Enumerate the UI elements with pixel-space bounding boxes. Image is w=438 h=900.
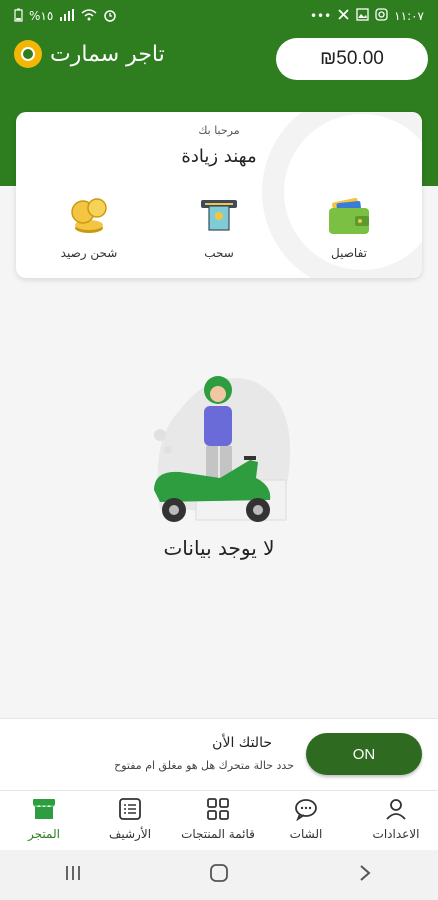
wifi-icon	[81, 8, 97, 24]
availability-title: حالتك الأن	[212, 735, 272, 751]
withdraw-button[interactable]: سحب	[174, 196, 264, 260]
nav-label-archive: الأرشيف	[108, 827, 152, 841]
recent-apps-button[interactable]	[43, 855, 103, 895]
availability-description: حدد حالة متحرك هل هو مغلق ام مفتوح	[114, 759, 294, 772]
wallet-icon	[327, 197, 371, 240]
instagram-icon	[375, 8, 388, 24]
clock-time: ١١:٠٧	[394, 9, 424, 23]
user-icon	[384, 799, 408, 825]
more-icon: •••	[309, 9, 332, 23]
recharge-button[interactable]: شحن رصيد	[44, 196, 134, 260]
app-title: تاجر سمارت	[50, 41, 165, 67]
chat-bubble-icon	[294, 799, 318, 825]
nav-label-chat: الشات	[289, 827, 323, 841]
brand: تاجر سمارت	[14, 40, 165, 68]
user-name: مهند زيادة	[181, 146, 257, 167]
recharge-label: شحن رصيد	[60, 246, 118, 260]
coins-icon	[67, 198, 111, 240]
signal-icon	[59, 8, 75, 24]
alarm-icon	[103, 8, 117, 25]
scooter-delivery-illustration	[140, 360, 300, 530]
recent-apps-icon	[64, 865, 82, 885]
back-button[interactable]	[335, 855, 395, 895]
image-icon	[356, 8, 369, 24]
brand-logo-icon	[14, 40, 42, 68]
status-bar: %١٥ ••• ١١:٠٧	[0, 0, 438, 32]
nav-label-settings: الاعدادات	[372, 827, 420, 841]
availability-panel: ON حالتك الأن حدد حالة متحرك هل هو مغلق …	[0, 718, 438, 790]
list-icon	[118, 798, 142, 825]
welcome-card: مرحبا بك مهند زيادة تفاصيل سحب شحن رصيد	[16, 112, 422, 278]
home-button[interactable]	[189, 855, 249, 895]
details-button[interactable]: تفاصيل	[304, 196, 394, 260]
details-label: تفاصيل	[331, 246, 367, 260]
home-icon	[209, 863, 229, 887]
store-icon	[31, 799, 57, 825]
availability-toggle-button[interactable]: ON	[306, 733, 422, 775]
atm-withdraw-icon	[197, 200, 241, 240]
empty-state-message: لا يوجد بيانات	[163, 536, 275, 560]
bottom-navigation: الاعدادات الشات قائمة المنتجات الأرشيف ا…	[0, 790, 438, 850]
withdraw-label: سحب	[204, 246, 234, 260]
nav-label-store: المتجر	[28, 827, 60, 841]
nav-item-chat[interactable]: الشات	[266, 797, 346, 841]
nav-item-archive[interactable]: الأرشيف	[90, 797, 170, 841]
battery-percent: %١٥	[29, 9, 54, 23]
greeting-text: مرحبا بك	[198, 124, 240, 137]
status-right-group: ••• ١١:٠٧	[310, 8, 424, 24]
settings-icon	[337, 8, 350, 24]
nav-item-store[interactable]: المتجر	[4, 797, 84, 841]
status-left-group: %١٥	[14, 8, 117, 25]
balance-display[interactable]: ₪50.00	[276, 38, 428, 80]
nav-item-products[interactable]: قائمة المنتجات	[178, 797, 258, 841]
nav-item-settings[interactable]: الاعدادات	[356, 797, 436, 841]
system-navigation-bar	[0, 850, 438, 900]
grid-icon	[206, 798, 230, 825]
nav-label-products: قائمة المنتجات	[181, 827, 255, 841]
chevron-right-icon	[358, 864, 372, 886]
battery-icon	[14, 8, 23, 25]
